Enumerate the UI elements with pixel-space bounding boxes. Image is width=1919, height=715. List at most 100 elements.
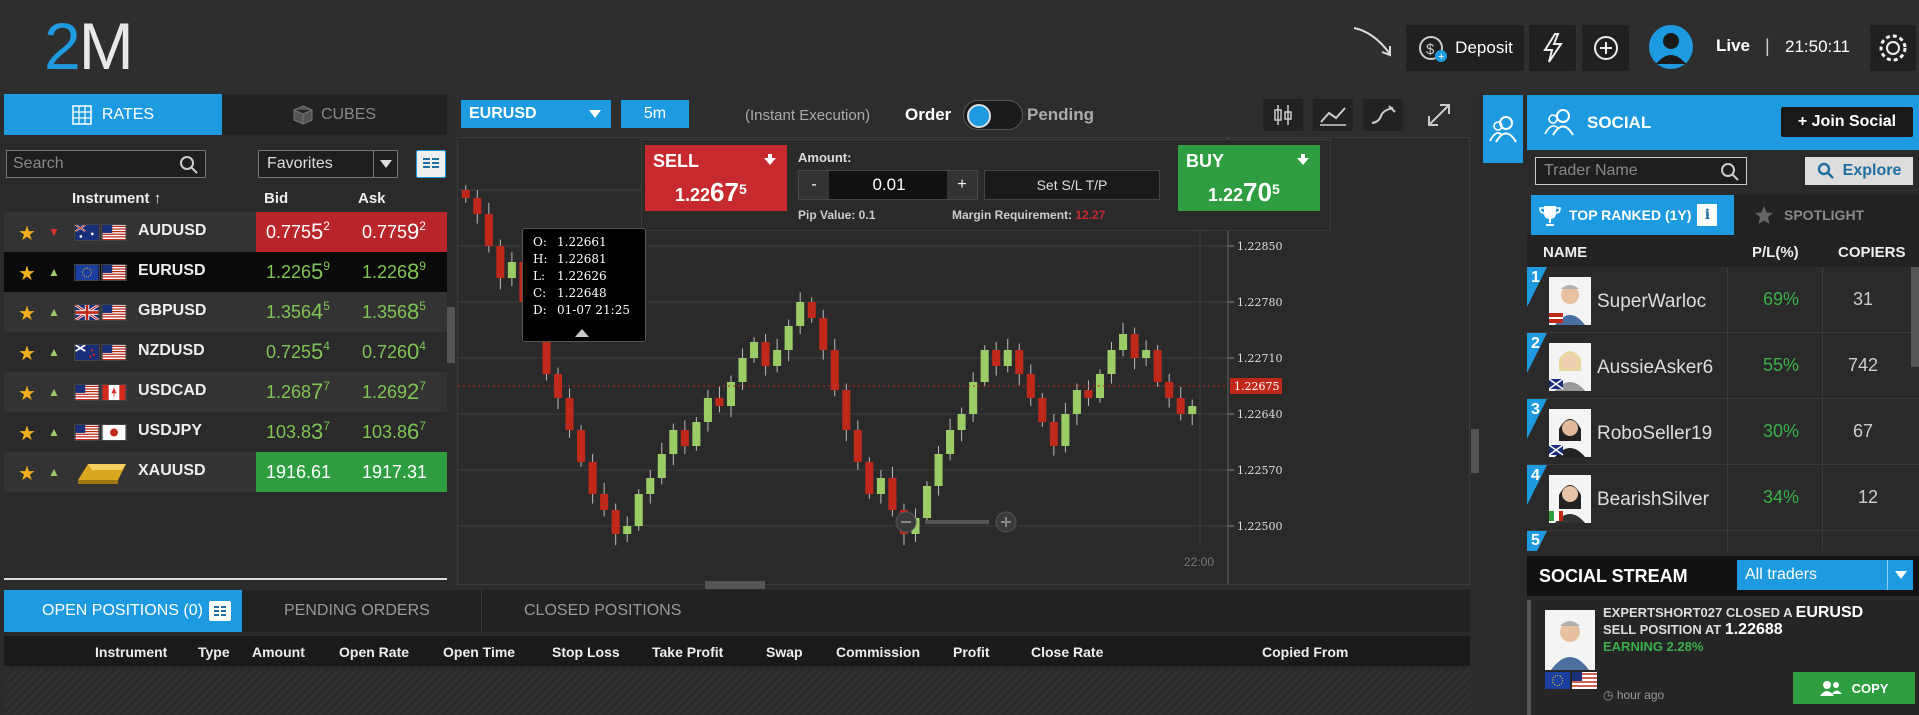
candle-body[interactable]	[934, 454, 943, 486]
star-icon[interactable]: ★	[18, 381, 36, 406]
candle-body[interactable]	[738, 358, 747, 382]
candlestick-type-button[interactable]	[1263, 99, 1303, 131]
star-icon[interactable]: ★	[18, 421, 36, 446]
star-icon[interactable]: ★	[18, 341, 36, 366]
explore-button[interactable]: Explore	[1805, 157, 1913, 185]
candle-body[interactable]	[669, 430, 678, 454]
trader-row[interactable]: 5	[1527, 531, 1919, 551]
ask-price[interactable]: 0.726 0 4	[350, 332, 447, 372]
candle-body[interactable]	[992, 350, 1001, 366]
candle-body[interactable]	[842, 390, 851, 430]
plus-button[interactable]: +	[947, 171, 977, 199]
settings-button[interactable]	[1870, 25, 1916, 71]
fullscreen-button[interactable]	[1421, 99, 1457, 131]
candle-body[interactable]	[1176, 398, 1185, 414]
star-icon[interactable]: ★	[18, 261, 36, 286]
sell-button[interactable]: SELL 1.22675	[645, 145, 787, 211]
candle-body[interactable]	[634, 494, 643, 526]
tab-top-ranked[interactable]: TOP RANKED (1Y) i	[1531, 195, 1734, 235]
left-collapse-handle[interactable]	[447, 307, 455, 363]
tab-cubes[interactable]: CUBES	[222, 94, 447, 135]
info-icon[interactable]: i	[1697, 204, 1718, 226]
candle-body[interactable]	[577, 430, 586, 462]
candle-body[interactable]	[507, 262, 516, 278]
tab-closed-positions[interactable]: CLOSED POSITIONS	[482, 590, 1470, 632]
star-icon[interactable]: ★	[18, 221, 36, 246]
candle-body[interactable]	[703, 398, 712, 422]
candle-body[interactable]	[1072, 390, 1081, 414]
candle-body[interactable]	[796, 302, 805, 326]
candle-body[interactable]	[1049, 422, 1058, 446]
pair-select[interactable]: EURUSD	[461, 100, 611, 128]
trader-search-input[interactable]: Trader Name	[1535, 157, 1747, 185]
join-social-button[interactable]: + Join Social	[1781, 107, 1913, 137]
ask-price[interactable]: 103.8 6 7	[350, 412, 447, 452]
user-avatar-icon[interactable]	[1648, 24, 1694, 70]
trader-avatar[interactable]	[1549, 343, 1591, 391]
bid-price[interactable]: 103.8 3 7	[256, 412, 350, 452]
candle-body[interactable]	[830, 350, 839, 390]
line-chart-button[interactable]	[1313, 99, 1353, 131]
candle-body[interactable]	[496, 246, 505, 278]
candle-body[interactable]	[819, 318, 828, 350]
draw-tool-button[interactable]	[1363, 99, 1403, 131]
trader-name[interactable]: RoboSeller19	[1597, 423, 1727, 445]
favorites-select[interactable]: Favorites	[258, 150, 398, 178]
candle-body[interactable]	[461, 190, 470, 198]
trader-row[interactable]: 4 BearishSilver 34% 12	[1527, 465, 1919, 531]
rate-row-usdjpy[interactable]: ★ ▲ USDJPY 103.8 3 7 103.8 6 7	[4, 412, 447, 452]
zoom-slider[interactable]	[895, 509, 1025, 535]
ask-price[interactable]: 0.775 9 2	[350, 212, 447, 252]
candle-body[interactable]	[1107, 350, 1116, 374]
candle-body[interactable]	[865, 462, 874, 494]
trader-avatar[interactable]	[1549, 409, 1591, 457]
trader-name[interactable]: AussieAsker6	[1597, 357, 1727, 379]
candle-body[interactable]	[1119, 334, 1128, 350]
ask-price[interactable]: 1.269 2 7	[350, 372, 447, 412]
trader-name[interactable]: SuperWarloc	[1597, 291, 1727, 313]
candle-body[interactable]	[750, 342, 759, 358]
ask-price[interactable]: 1.356 8 5	[350, 292, 447, 332]
trader-row[interactable]: 1 SuperWarloc 69% 31	[1527, 267, 1919, 333]
candle-body[interactable]	[957, 414, 966, 430]
social-toggle-button[interactable]	[1483, 95, 1523, 163]
stream-filter-select[interactable]: All traders	[1737, 560, 1913, 590]
candle-body[interactable]	[600, 494, 609, 510]
candle-body[interactable]	[946, 430, 955, 454]
rate-row-eurusd[interactable]: ★ ▲ EURUSD 1.226 5 9 1.226 8 9	[4, 252, 447, 292]
candle-body[interactable]	[1015, 350, 1024, 374]
candle-body[interactable]	[773, 350, 782, 366]
right-collapse-handle[interactable]	[1471, 429, 1479, 473]
candle-body[interactable]	[1084, 390, 1093, 398]
tab-spotlight[interactable]: SPOTLIGHT	[1734, 195, 1919, 235]
candle-body[interactable]	[853, 430, 862, 462]
trader-name[interactable]: BearishSilver	[1597, 489, 1727, 511]
bid-price[interactable]: 0.775 5 2	[256, 212, 350, 252]
candle-body[interactable]	[761, 342, 770, 366]
rate-row-gbpusd[interactable]: ★ ▲ GBPUSD 1.356 4 5 1.356 8 5	[4, 292, 447, 332]
deposit-button[interactable]: $ + Deposit	[1406, 25, 1524, 71]
candle-body[interactable]	[1038, 398, 1047, 422]
star-icon[interactable]: ★	[18, 301, 36, 326]
tab-open-positions[interactable]: OPEN POSITIONS (0)	[4, 590, 242, 632]
candle-body[interactable]	[565, 398, 574, 430]
candle-body[interactable]	[484, 214, 493, 246]
trader-row[interactable]: 3 RoboSeller19 30% 67	[1527, 399, 1919, 465]
search-input[interactable]: Search	[6, 150, 206, 178]
buy-button[interactable]: BUY 1.22705	[1178, 145, 1320, 211]
scrollbar-thumb[interactable]	[1911, 267, 1919, 367]
bottom-collapse-handle[interactable]	[705, 581, 765, 589]
bid-price[interactable]: 0.725 5 4	[256, 332, 350, 372]
candle-body[interactable]	[1153, 350, 1162, 382]
candle-body[interactable]	[1165, 382, 1174, 398]
candle-body[interactable]	[646, 478, 655, 494]
candle-body[interactable]	[1061, 414, 1070, 446]
timeframe-button[interactable]: 5m	[621, 100, 689, 128]
candle-body[interactable]	[876, 478, 885, 494]
bid-price[interactable]: 1.226 5 9	[256, 252, 350, 292]
candle-body[interactable]	[784, 326, 793, 350]
bid-price[interactable]: 1.356 4 5	[256, 292, 350, 332]
add-button[interactable]	[1582, 25, 1629, 71]
rate-row-audusd[interactable]: ★ ▼ AUDUSD 0.775 5 2 0.775 9 2	[4, 212, 447, 252]
trader-avatar[interactable]	[1549, 277, 1591, 325]
